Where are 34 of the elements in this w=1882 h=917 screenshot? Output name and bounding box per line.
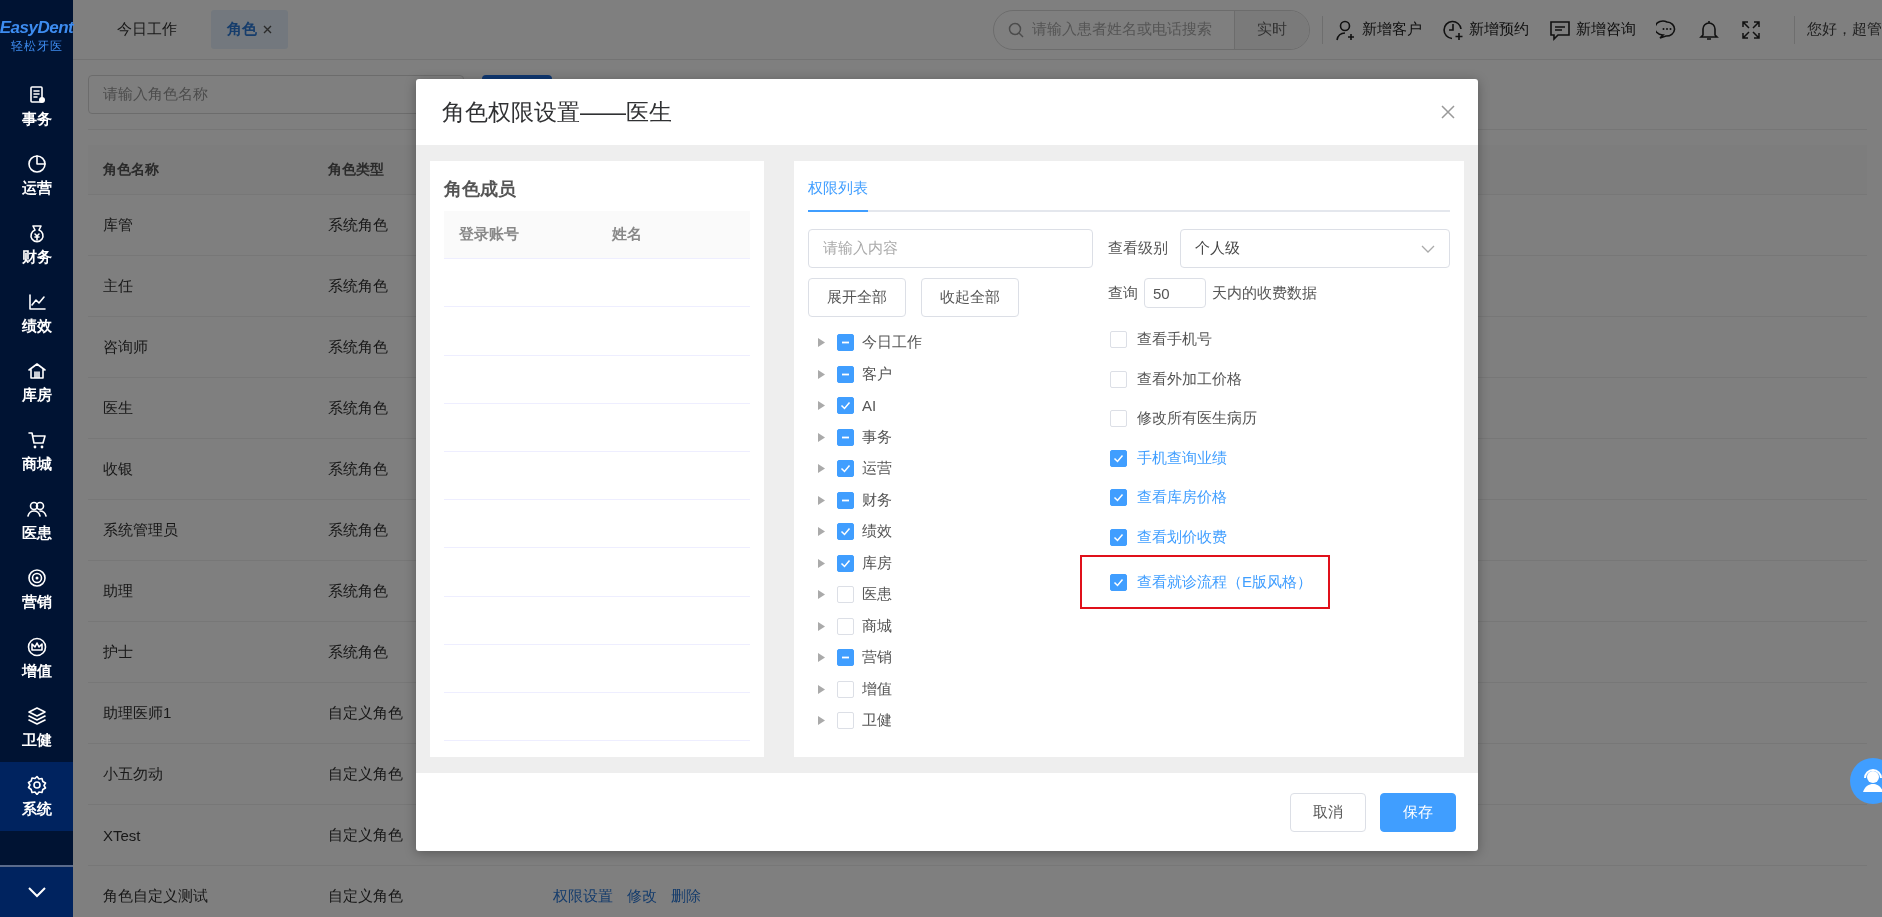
table-cell: 系统角色 <box>328 276 388 294</box>
field-label: 查看级别 <box>1108 239 1168 258</box>
table-cell: 系统角色 <box>328 581 388 599</box>
table-cell: 小五勿动 <box>103 764 163 782</box>
table-cell: 自定义角色 <box>328 764 403 782</box>
table-cell: 系统角色 <box>328 459 388 477</box>
panel-title: 角色成员 <box>444 178 517 201</box>
table-cell: 系统角色 <box>328 398 388 416</box>
column-header: 角色类型 <box>328 160 385 179</box>
column-header: 登录账号 <box>458 225 520 245</box>
table-cell: 库管 <box>103 215 133 233</box>
table-cell: XTest <box>103 826 141 844</box>
table-cell: 角色自定义测试 <box>103 886 208 904</box>
table-cell: 系统角色 <box>328 520 388 538</box>
table-cell: 系统角色 <box>328 642 388 660</box>
table-cell: 系统角色 <box>328 337 388 355</box>
table-cell: 系统角色 <box>328 215 388 233</box>
table-cell: 自定义角色 <box>328 886 403 904</box>
table-cell: 自定义角色 <box>328 703 403 721</box>
table-cell: 主任 <box>103 276 133 294</box>
table-cell: 助理 <box>103 581 133 599</box>
field-label: 查询 <box>1108 283 1138 303</box>
greeting-text: 您好，超管 <box>1807 20 1882 39</box>
table-cell: 医生 <box>103 398 133 416</box>
table-cell: 护士 <box>103 642 133 660</box>
table-cell: 自定义角色 <box>328 825 403 843</box>
table-cell: 助理医师1 <box>103 703 172 721</box>
table-cell: 系统管理员 <box>103 520 178 538</box>
table-cell: 咨询师 <box>103 337 148 355</box>
table-cell: 收银 <box>103 459 133 477</box>
field-label: 天内的收费数据 <box>1212 283 1317 303</box>
column-header: 姓名 <box>611 225 643 245</box>
column-header: 角色名称 <box>102 160 160 179</box>
logo-subtitle: 轻松牙医 <box>10 37 63 55</box>
